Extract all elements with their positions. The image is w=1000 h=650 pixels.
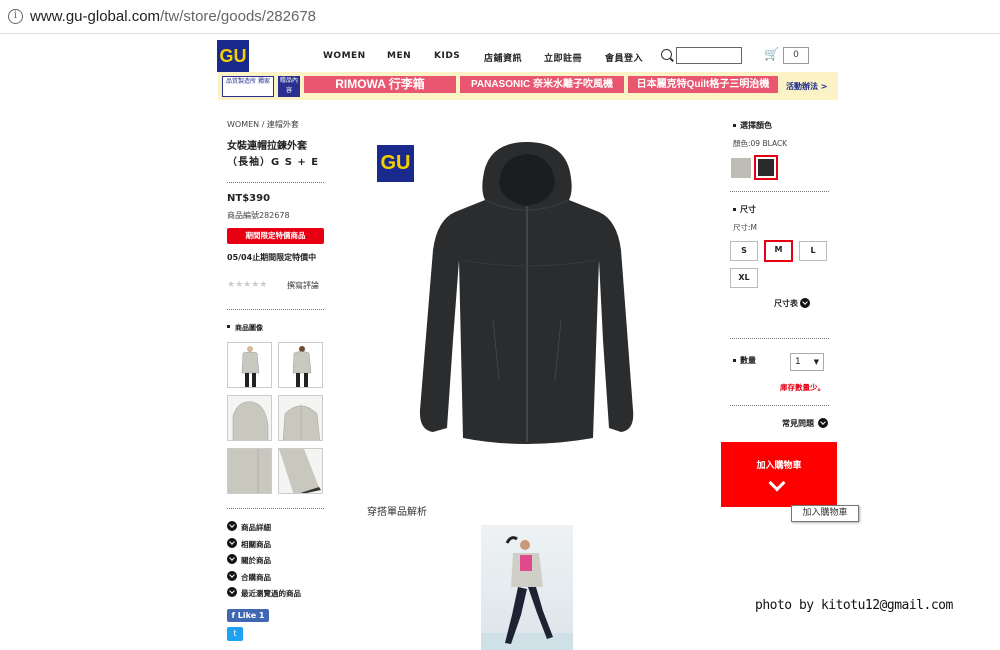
tooltip: 加入購物車 bbox=[791, 505, 859, 522]
thumbnail-sleeve-cuff[interactable] bbox=[278, 448, 323, 494]
banner-badge-quality: 品質製造所 獨家 bbox=[222, 76, 274, 97]
faq-link[interactable]: 常見問題 bbox=[782, 418, 814, 429]
size-heading: 尺寸 bbox=[740, 205, 756, 214]
browser-address-bar[interactable]: i www.gu-global.com/tw/store/goods/28267… bbox=[0, 0, 1000, 34]
banner-badge-gift: 贈品內容 bbox=[278, 76, 300, 97]
promo-panasonic[interactable]: PANASONIC 奈米水離子吹風機 bbox=[460, 76, 624, 93]
url-path: /tw/store/goods/282678 bbox=[160, 8, 317, 25]
thumbnail-front-model[interactable] bbox=[227, 342, 272, 388]
rating-stars: ★★★★★ bbox=[227, 280, 268, 290]
divider bbox=[730, 191, 829, 192]
nav-login[interactable]: 會員登入 bbox=[605, 51, 643, 64]
chevron-down-icon[interactable] bbox=[227, 538, 237, 548]
menu-related-products[interactable]: 相關商品 bbox=[241, 539, 271, 550]
divider bbox=[227, 182, 324, 183]
nav-men[interactable]: MEN bbox=[387, 51, 411, 61]
bullet-icon bbox=[733, 124, 736, 127]
chevron-right-icon[interactable] bbox=[818, 418, 828, 428]
dropdown-arrow-icon: ▼ bbox=[813, 358, 819, 366]
swatch-gray[interactable] bbox=[731, 158, 751, 178]
coordinate-model-photo[interactable] bbox=[481, 525, 573, 650]
gu-brand-logo: GU bbox=[377, 145, 414, 182]
url-text[interactable]: www.gu-global.com/tw/store/goods/282678 bbox=[30, 8, 316, 25]
menu-about-product[interactable]: 關於商品 bbox=[241, 555, 271, 566]
breadcrumb[interactable]: WOMEN / 連帽外套 bbox=[227, 119, 299, 130]
thumbnail-fabric[interactable] bbox=[227, 448, 272, 494]
limited-offer-badge: 期間限定特價商品 bbox=[227, 228, 324, 244]
size-s-button[interactable]: S bbox=[730, 241, 758, 261]
promo-banner[interactable]: 品質製造所 獨家 贈品內容 RIMOWA 行李箱 PANASONIC 奈米水離子… bbox=[218, 72, 838, 100]
nav-register[interactable]: 立即註冊 bbox=[544, 51, 582, 64]
search-input[interactable] bbox=[676, 47, 742, 64]
quantity-select[interactable]: 1 ▼ bbox=[790, 353, 824, 371]
thumbnail-back-model[interactable] bbox=[278, 342, 323, 388]
gu-logo[interactable]: GU bbox=[217, 40, 249, 72]
thumbnail-hood-back[interactable] bbox=[278, 395, 323, 441]
add-to-cart-label: 加入購物車 bbox=[756, 461, 802, 471]
divider bbox=[730, 405, 829, 406]
size-l-button[interactable]: L bbox=[799, 241, 827, 261]
divider bbox=[227, 508, 324, 509]
nav-store-info[interactable]: 店鋪資訊 bbox=[484, 51, 522, 64]
bullet-icon bbox=[227, 325, 230, 328]
menu-bundle-products[interactable]: 合購商品 bbox=[241, 572, 271, 583]
swatch-black bbox=[758, 159, 774, 176]
low-stock-warning: 庫存數量少。 bbox=[780, 383, 825, 392]
nav-kids[interactable]: KIDS bbox=[434, 51, 460, 61]
coordinate-section-title: 穿搭單品解析 bbox=[367, 507, 427, 518]
color-value: 顏色:09 BLACK bbox=[733, 139, 788, 148]
size-chart-link[interactable]: 尺寸表 bbox=[774, 298, 798, 309]
limited-offer-note: 05/04止期間限定特價中 bbox=[227, 253, 317, 262]
promo-quilt[interactable]: 日本麗克特Quilt格子三明治機 bbox=[628, 76, 778, 93]
divider bbox=[227, 309, 324, 310]
bullet-icon bbox=[733, 359, 736, 362]
product-title-line2: （長袖）G S + E bbox=[227, 157, 320, 168]
menu-product-details[interactable]: 商品詳細 bbox=[241, 522, 271, 533]
banner-more-link[interactable]: 活動辦法 > bbox=[786, 81, 828, 92]
photo-credit-watermark: photo by kitotu12@gmail.com bbox=[755, 598, 953, 613]
product-main-image[interactable] bbox=[415, 140, 640, 450]
chevron-down-icon[interactable] bbox=[227, 571, 237, 581]
cart-icon[interactable]: 🛒 bbox=[764, 48, 779, 60]
bullet-icon bbox=[733, 208, 736, 211]
promo-rimowa[interactable]: RIMOWA 行李箱 bbox=[304, 76, 456, 93]
chevron-right-icon[interactable] bbox=[800, 298, 810, 308]
product-code: 商品編號282678 bbox=[227, 211, 290, 220]
nav-women[interactable]: WOMEN bbox=[323, 51, 366, 61]
chevron-down-icon[interactable] bbox=[227, 587, 237, 597]
write-review-link[interactable]: 撰寫評論 bbox=[287, 280, 319, 291]
product-title-line1: 女裝連帽拉鍊外套 bbox=[227, 141, 307, 152]
chevron-down-icon[interactable] bbox=[227, 554, 237, 564]
thumbnail-hood-side[interactable] bbox=[227, 395, 272, 441]
add-to-cart-button[interactable]: 加入購物車 bbox=[721, 442, 837, 507]
size-m-button[interactable]: M bbox=[764, 240, 793, 262]
images-heading: 商品圖像 bbox=[235, 324, 263, 332]
chevron-down-icon bbox=[768, 474, 786, 492]
chevron-down-icon[interactable] bbox=[227, 521, 237, 531]
quantity-value: 1 bbox=[795, 357, 801, 367]
url-domain: www.gu-global.com bbox=[30, 8, 161, 25]
size-xl-button[interactable]: XL bbox=[730, 268, 758, 288]
site-info-icon[interactable]: i bbox=[8, 9, 23, 24]
color-heading: 選擇顏色 bbox=[740, 121, 772, 130]
swatch-black-selected[interactable] bbox=[754, 155, 778, 180]
menu-recently-viewed[interactable]: 最近瀏覽過的商品 bbox=[241, 588, 301, 599]
product-price: NT$390 bbox=[227, 193, 271, 204]
twitter-icon[interactable]: t bbox=[227, 627, 243, 641]
divider bbox=[730, 338, 829, 339]
search-icon[interactable] bbox=[661, 49, 672, 60]
quantity-label: 數量 bbox=[740, 356, 756, 365]
size-value: 尺寸:M bbox=[733, 223, 757, 232]
facebook-like-button[interactable]: f Like 1 bbox=[227, 609, 269, 622]
cart-count[interactable]: 0 bbox=[783, 47, 809, 64]
